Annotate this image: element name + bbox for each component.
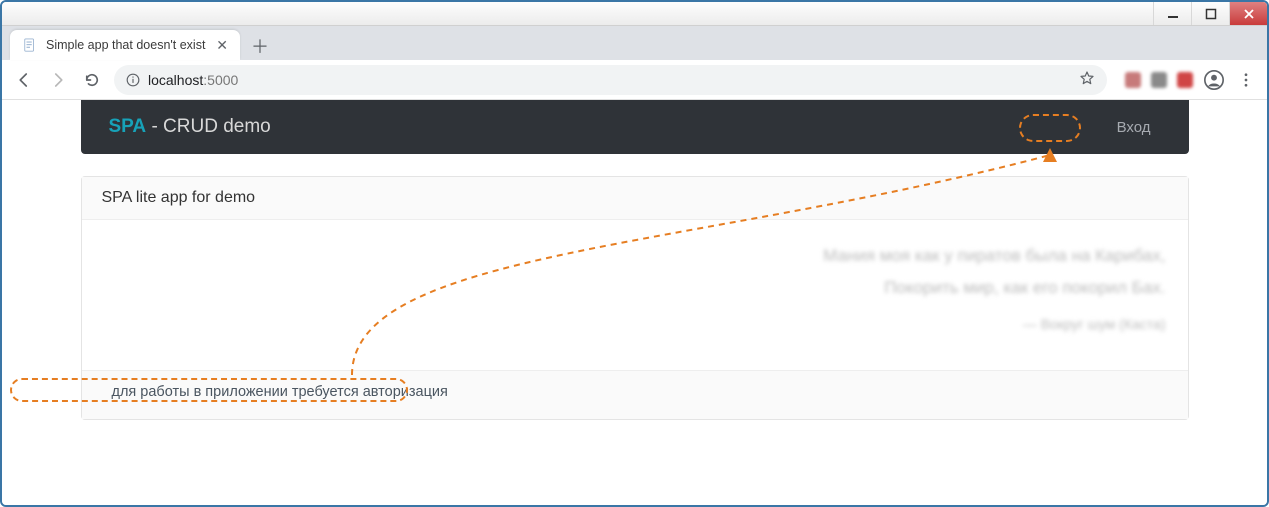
card-header: SPA lite app for demo bbox=[82, 177, 1188, 220]
minimize-icon bbox=[1167, 8, 1179, 20]
brand: SPA - CRUD demo bbox=[109, 116, 271, 138]
url-port: :5000 bbox=[203, 72, 238, 88]
page-viewport: SPA - CRUD demo Вход SPA lite app for de… bbox=[2, 100, 1267, 505]
brand-rest: - CRUD demo bbox=[146, 116, 271, 137]
blurred-attribution: — Вокруг шум (Каста) bbox=[104, 311, 1166, 338]
kebab-menu-icon bbox=[1237, 71, 1255, 89]
nav-back-button[interactable] bbox=[12, 68, 36, 92]
auth-required-note: для работы в приложении требуется автори… bbox=[102, 381, 458, 403]
extension-icon[interactable] bbox=[1177, 72, 1193, 88]
extension-icons bbox=[1125, 72, 1193, 88]
new-tab-button[interactable]: ＋ bbox=[246, 32, 274, 60]
arrow-right-icon bbox=[49, 71, 67, 89]
site-info-icon[interactable] bbox=[126, 73, 140, 87]
tab-close-button[interactable]: ✕ bbox=[216, 38, 228, 52]
window-maximize-button[interactable] bbox=[1191, 2, 1229, 25]
close-icon bbox=[1243, 8, 1255, 20]
avatar-icon bbox=[1203, 69, 1225, 91]
window-titlebar[interactable] bbox=[2, 2, 1267, 26]
address-bar[interactable]: localhost:5000 bbox=[114, 65, 1107, 95]
blurred-line: Покорить мир, как его покорил Бах. bbox=[104, 272, 1166, 304]
tab-favicon-icon bbox=[22, 37, 38, 53]
bookmark-star-button[interactable] bbox=[1079, 70, 1095, 89]
extension-icon[interactable] bbox=[1151, 72, 1167, 88]
arrow-left-icon bbox=[15, 71, 33, 89]
login-link[interactable]: Вход bbox=[1107, 115, 1161, 140]
blurred-line: Мания моя как у пиратов была на Карибах, bbox=[104, 240, 1166, 272]
brand-accent: SPA bbox=[109, 116, 147, 137]
browser-tab[interactable]: Simple app that doesn't exist ✕ bbox=[10, 30, 240, 60]
blurred-quote: Мания моя как у пиратов была на Карибах,… bbox=[104, 240, 1166, 337]
browser-menu-button[interactable] bbox=[1235, 69, 1257, 91]
profile-avatar-button[interactable] bbox=[1203, 69, 1225, 91]
reload-icon bbox=[83, 71, 101, 89]
page-container: SPA - CRUD demo Вход SPA lite app for de… bbox=[81, 100, 1189, 420]
url-host: localhost bbox=[148, 72, 203, 88]
window-minimize-button[interactable] bbox=[1153, 2, 1191, 25]
nav-forward-button[interactable] bbox=[46, 68, 70, 92]
window-frame: Simple app that doesn't exist ✕ ＋ localh… bbox=[0, 0, 1269, 507]
demo-card: SPA lite app for demo Мания моя как у пи… bbox=[81, 176, 1189, 420]
browser-tabstrip: Simple app that doesn't exist ✕ ＋ bbox=[2, 26, 1267, 60]
url-text: localhost:5000 bbox=[148, 72, 1071, 88]
card-footer: для работы в приложении требуется автори… bbox=[82, 370, 1188, 419]
window-close-button[interactable] bbox=[1229, 2, 1267, 25]
app-navbar: SPA - CRUD demo Вход bbox=[81, 100, 1189, 154]
tab-title: Simple app that doesn't exist bbox=[46, 38, 208, 52]
browser-toolbar: localhost:5000 bbox=[2, 60, 1267, 100]
card-body: Мания моя как у пиратов была на Карибах,… bbox=[82, 220, 1188, 370]
maximize-icon bbox=[1205, 8, 1217, 20]
nav-reload-button[interactable] bbox=[80, 68, 104, 92]
extension-icon[interactable] bbox=[1125, 72, 1141, 88]
